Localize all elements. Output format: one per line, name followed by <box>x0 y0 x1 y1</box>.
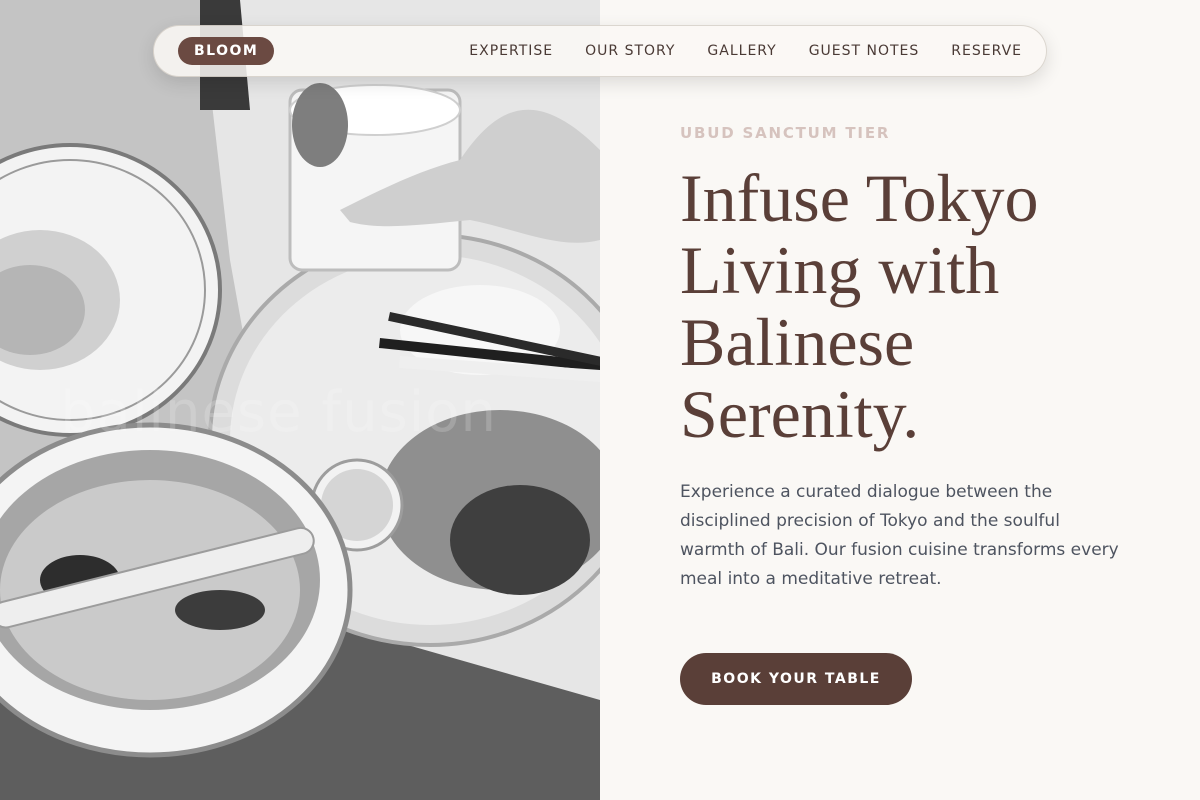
nav-link-our-story[interactable]: OUR STORY <box>585 43 675 59</box>
hero-description: Experience a curated dialogue between th… <box>680 482 1119 589</box>
hero-food-photo: balinese fusion <box>0 0 600 800</box>
nav-link-reserve[interactable]: RESERVE <box>951 43 1022 59</box>
landing-page: balinese fusion BLOOM EXPERTISE OUR STOR… <box>0 0 1200 800</box>
image-watermark: balinese fusion <box>60 380 498 445</box>
nav-link-expertise[interactable]: EXPERTISE <box>469 43 553 59</box>
nav-link-guest-notes[interactable]: GUEST NOTES <box>809 43 920 59</box>
top-navigation: BLOOM EXPERTISE OUR STORY GALLERY GUEST … <box>153 25 1047 77</box>
book-table-button[interactable]: BOOK YOUR TABLE <box>680 653 912 705</box>
brand-logo[interactable]: BLOOM <box>178 37 275 65</box>
hero-eyebrow: UBUD SANCTUM TIER <box>680 124 891 142</box>
nav-link-gallery[interactable]: GALLERY <box>707 43 776 59</box>
hero-headline: Infuse Tokyo Living with Balinese Sereni… <box>680 160 1039 452</box>
hero-content: UBUD SANCTUM TIER Infuse Tokyo Living wi… <box>680 120 1150 705</box>
nav-links: EXPERTISE OUR STORY GALLERY GUEST NOTES … <box>469 43 1022 59</box>
